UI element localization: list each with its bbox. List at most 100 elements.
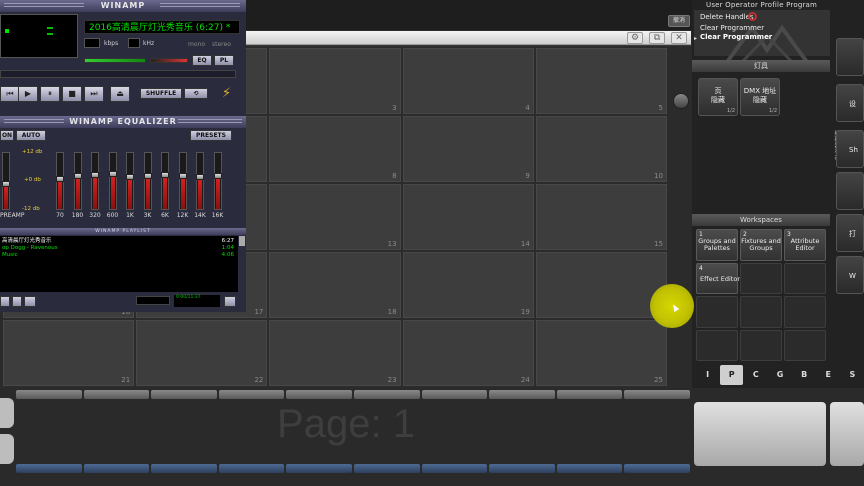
page-cell[interactable]: 13 (269, 184, 401, 250)
page-cell[interactable]: 19 (402, 252, 534, 318)
letter-tab[interactable]: S (841, 365, 864, 385)
pl-remove-button[interactable] (12, 296, 22, 307)
repeat-button[interactable]: ⟲ (184, 88, 208, 99)
page-tab[interactable] (83, 390, 150, 399)
page-cell[interactable]: 4 (402, 48, 534, 114)
page-tab[interactable] (624, 390, 690, 399)
slider-knob[interactable] (178, 172, 187, 179)
letter-tab[interactable]: I (696, 365, 719, 385)
page-tab[interactable] (421, 464, 488, 473)
side-button[interactable]: 设 (836, 84, 864, 122)
eq-band-slider[interactable] (143, 152, 152, 210)
eq-auto-button[interactable]: AUTO (16, 130, 46, 141)
page-tab[interactable] (286, 464, 352, 473)
eq-on-button[interactable]: ON (0, 130, 14, 141)
seek-bar[interactable] (0, 70, 236, 78)
page-cell[interactable]: 14 (402, 184, 534, 250)
page-tab[interactable] (286, 390, 352, 399)
side-button[interactable] (836, 172, 864, 210)
restore-icon[interactable]: ⧉ (649, 32, 665, 44)
page-tab[interactable] (218, 390, 285, 399)
side-button[interactable]: W (836, 256, 864, 294)
winamp-logo-icon[interactable]: ⚡ (222, 86, 238, 102)
page-tab[interactable] (353, 390, 420, 399)
workspace-slot[interactable] (696, 329, 738, 361)
page-cell[interactable]: 3 (269, 48, 401, 114)
page-tab[interactable] (151, 464, 217, 473)
eq-presets-button[interactable]: PRESETS (190, 130, 232, 141)
page-cell[interactable]: 15 (535, 184, 667, 250)
clear-programmer-item[interactable]: Clear Programmer (700, 24, 764, 32)
page-tab[interactable] (353, 464, 420, 473)
workspace-slot[interactable] (696, 296, 738, 328)
side-button[interactable]: 打 (836, 214, 864, 252)
workspace-slot[interactable] (740, 262, 782, 294)
scroll-knob[interactable] (673, 93, 689, 109)
slider-knob[interactable] (143, 172, 152, 179)
pause-button[interactable]: ⏸ (40, 86, 60, 102)
page-tab[interactable] (489, 464, 555, 473)
clear-programmer-item-active[interactable]: Clear Programmer (700, 33, 772, 41)
shuffle-button[interactable]: SHUFFLE (140, 88, 182, 99)
letter-tab[interactable]: P (720, 365, 744, 385)
workspace-slot[interactable] (740, 329, 782, 361)
stop-button[interactable]: ■ (62, 86, 82, 102)
playlist-titlebar[interactable]: WINAMP PLAYLIST (0, 228, 246, 235)
eq-band-slider[interactable] (91, 152, 99, 210)
page-tab[interactable] (556, 464, 623, 473)
song-ticker[interactable]: 2016高清晨厅灯光秀音乐 (6:27) * (84, 20, 240, 34)
close-icon[interactable]: ✕ (671, 32, 687, 44)
page-cell[interactable]: 21 (3, 320, 135, 386)
slider-knob[interactable] (73, 172, 82, 179)
pl-list-button[interactable] (224, 296, 236, 307)
slider-knob[interactable] (196, 173, 204, 180)
slider-knob[interactable] (213, 172, 222, 179)
page-tab[interactable] (151, 390, 217, 399)
eq-band-slider[interactable] (56, 152, 64, 210)
slider-knob[interactable] (2, 181, 10, 188)
playlist-item[interactable]: op Dogg - Ravenous 1:04 (2, 245, 238, 251)
menu-bar[interactable]: User Operator Profile Program (692, 0, 864, 10)
next-track-button[interactable]: ⏭ (84, 86, 104, 102)
slider-knob[interactable] (126, 173, 134, 180)
eq-band-slider[interactable] (161, 152, 169, 210)
workspace-slot[interactable]: 4 Effect Editor (696, 262, 740, 294)
letter-tab[interactable]: G (768, 365, 791, 385)
fixture-dmx-hide-button[interactable]: DMX 地址 隐藏 1/2 (740, 78, 780, 116)
playlist-scroll-thumb[interactable] (239, 236, 245, 246)
letter-tab[interactable]: B (793, 365, 816, 385)
play-button[interactable]: ▶ (18, 86, 38, 102)
workspace-slot[interactable]: 3 Attribute Editor (784, 229, 826, 261)
workspace-slot[interactable]: 2 Fixtures and Groups (740, 229, 782, 261)
eq-band-slider[interactable] (196, 152, 204, 210)
prev-track-button[interactable]: ⏮ (0, 86, 20, 102)
eq-toggle-button[interactable]: EQ (192, 55, 212, 66)
page-tab[interactable] (556, 390, 623, 399)
page-tab[interactable] (489, 390, 555, 399)
workspace-slot[interactable] (784, 329, 826, 361)
side-button[interactable] (836, 38, 864, 76)
playlist-item[interactable]: Music 4:06 (2, 252, 238, 258)
settings-icon[interactable]: ⚙ (627, 32, 643, 44)
pl-add-button[interactable] (0, 296, 10, 307)
slider-knob[interactable] (56, 175, 64, 182)
eq-band-slider[interactable] (213, 152, 222, 210)
equalizer-titlebar[interactable]: WINAMP EQUALIZER (0, 116, 246, 128)
page-cell[interactable]: 24 (402, 320, 534, 386)
page-tab[interactable] (421, 390, 488, 399)
page-cell[interactable]: 10 (535, 116, 667, 182)
fixture-page-hide-button[interactable]: 页隐藏 1/2 (698, 78, 738, 116)
page-tabs-bottom[interactable] (16, 464, 690, 473)
page-tabs-top[interactable] (16, 390, 690, 399)
page-tab[interactable] (218, 464, 285, 473)
page-tab[interactable] (83, 464, 150, 473)
workspace-slot[interactable] (740, 296, 782, 328)
eq-band-slider[interactable] (126, 152, 134, 210)
side-button[interactable]: Sh (836, 130, 864, 168)
volume-slider[interactable] (84, 58, 146, 63)
page-cell[interactable]: 9 (402, 116, 534, 182)
pl-toggle-button[interactable]: PL (214, 55, 234, 66)
slider-knob[interactable] (161, 171, 169, 178)
eq-band-slider[interactable] (108, 152, 117, 210)
pl-select-button[interactable] (24, 296, 36, 307)
